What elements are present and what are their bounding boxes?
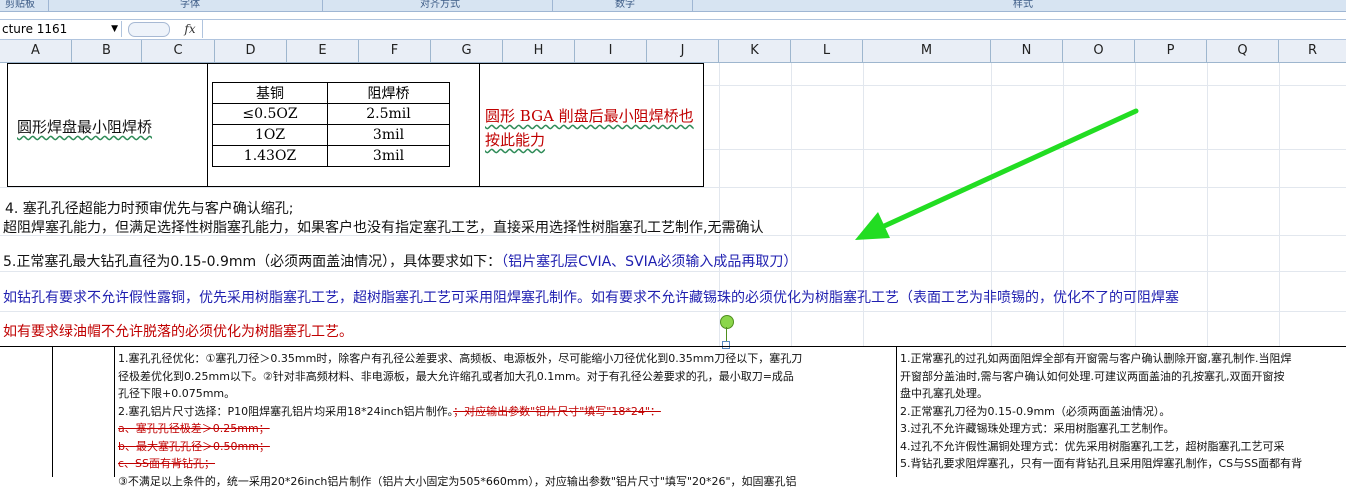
arrow-shaft — [880, 111, 1136, 228]
green-arrow-icon[interactable] — [0, 0, 1346, 476]
